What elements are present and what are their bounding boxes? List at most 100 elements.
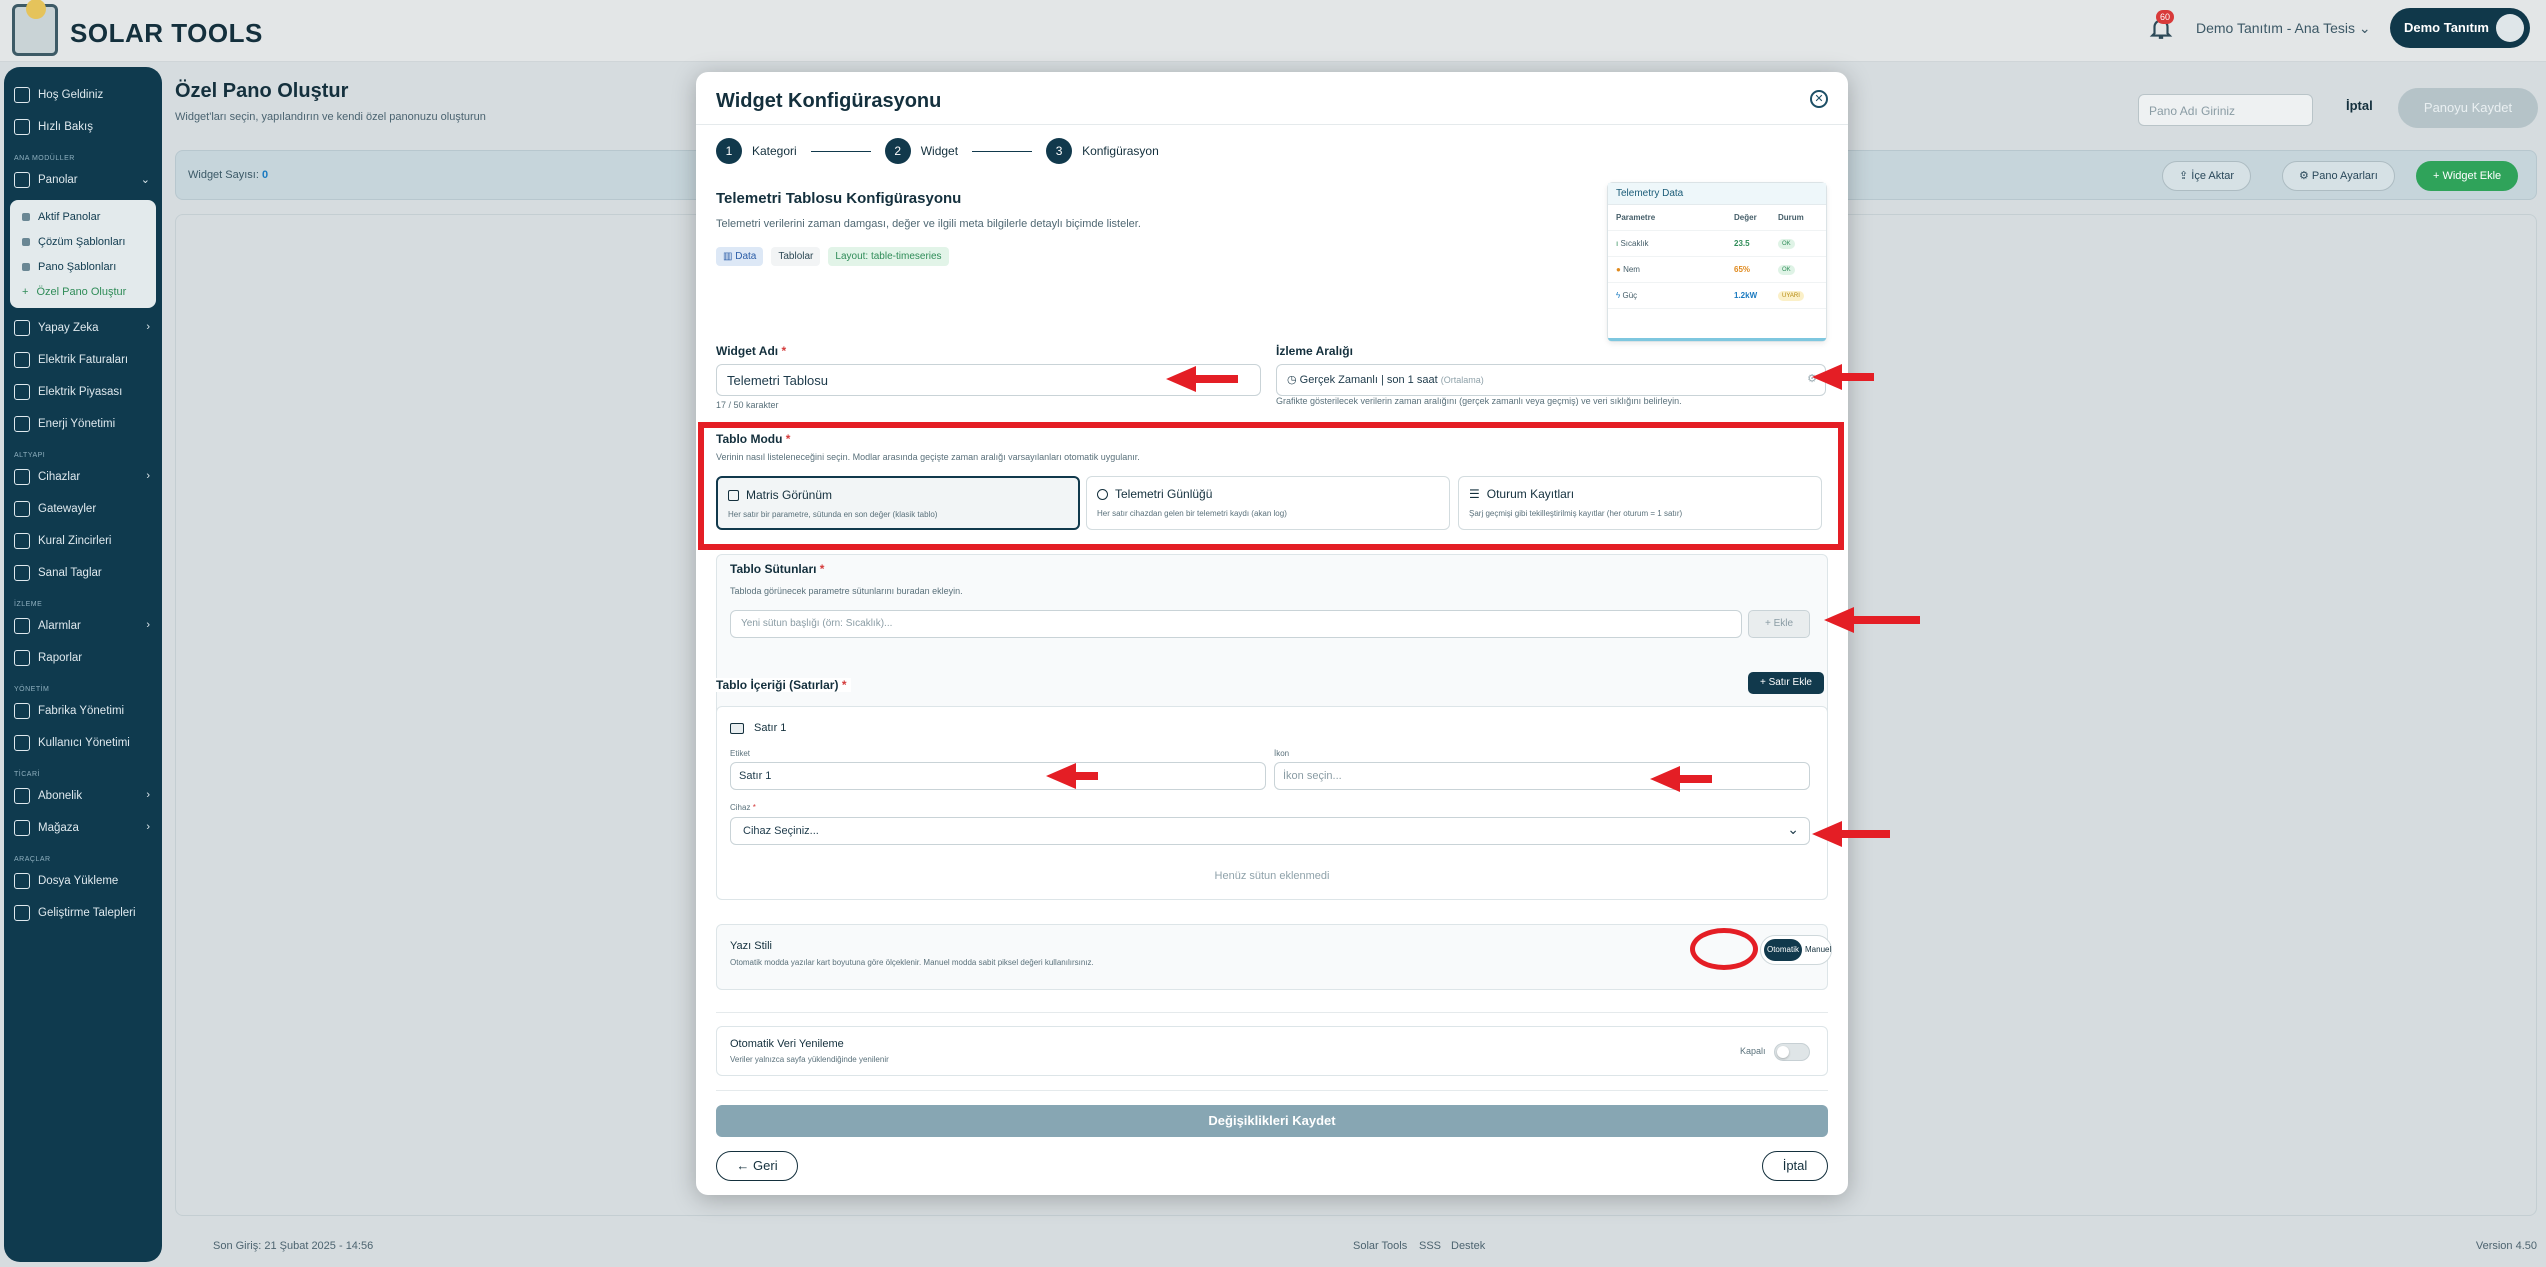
annotation-arrow [1166,366,1238,392]
sidebar-item-market[interactable]: Elektrik Piyasası [4,376,162,408]
auto-style-button[interactable]: Otomatik [1764,939,1802,961]
sidebar-subitem-active-boards[interactable]: Aktif Panolar [10,204,156,229]
step-label[interactable]: Widget [921,144,958,158]
step-number[interactable]: 2 [884,138,911,164]
text-style-panel [716,924,1828,990]
close-icon[interactable]: ✕ [1810,90,1828,108]
interval-selector[interactable]: ◷ Gerçek Zamanlı | son 1 saat (Ortalama)… [1276,364,1826,396]
sidebar-item-quick-view[interactable]: Hızlı Bakış [4,111,162,143]
device-select[interactable]: Cihaz Seçiniz... ⌄ [730,817,1810,845]
rows-label: Tablo İçeriği (Satırlar) * [716,678,851,692]
back-button[interactable]: ← Geri [716,1151,798,1181]
upload-icon [14,873,30,889]
user-menu-button[interactable]: Demo Tanıtım [2390,8,2530,48]
preview-cell: ● Nem [1616,265,1734,274]
save-changes-button[interactable]: Değişiklikleri Kaydet [716,1105,1828,1137]
sidebar-item-subscription[interactable]: Abonelik › [4,780,162,812]
step-label[interactable]: Kategori [752,144,797,158]
section-description: Telemetri verilerini zaman damgası, değe… [716,218,1141,230]
preview-header: Parametre [1616,213,1656,222]
sidebar-section-title: ARAÇLAR [14,856,51,863]
chevron-right-icon: › [146,821,150,833]
step-label[interactable]: Konfigürasyon [1082,144,1159,158]
manual-style-button[interactable]: Manuel [1805,939,1831,961]
sidebar-item-invoices[interactable]: Elektrik Faturaları [4,344,162,376]
sidebar-item-dev-requests[interactable]: Geliştirme Talepleri [4,897,162,929]
sidebar-item-label: Alarmlar [38,620,81,632]
chevron-down-icon: ⌄ [1787,821,1799,837]
add-column-button[interactable]: + Ekle [1748,610,1810,638]
sidebar-item-rule-chains[interactable]: Kural Zincirleri [4,525,162,557]
sidebar-subitem-solution-templates[interactable]: Çözüm Şablonları [10,229,156,254]
label-text: Tablo Modu [716,432,783,446]
required-mark: * [752,803,756,812]
sidebar-subitem-board-templates[interactable]: Pano Şablonları [10,254,156,279]
sidebar-section-title: ANA MODÜLLER [14,155,75,162]
sidebar-item-gateways[interactable]: Gatewayler [4,493,162,525]
mode-desc: Her satır bir parametre, sütunda en son … [728,510,938,519]
mode-desc: Her satır cihazdan gelen bir telemetri k… [1097,509,1287,518]
sidebar-item-virtual-tags[interactable]: Sanal Taglar [4,557,162,589]
chevron-right-icon: › [146,789,150,801]
row-icon-input[interactable]: İkon seçin... [1274,762,1810,790]
column-title-input[interactable]: Yeni sütun başlığı (örn: Sıcaklık)... [730,610,1742,638]
sidebar-item-alarms[interactable]: Alarmlar › [4,610,162,642]
columns-hint: Tabloda görünecek parametre sütunlarını … [730,586,963,596]
cancel-button[interactable]: İptal [2346,98,2373,113]
sidebar-section-title: YÖNETİM [14,686,50,693]
modal-cancel-button[interactable]: İptal [1762,1151,1828,1181]
sidebar-item-welcome[interactable]: Hoş Geldiniz [4,79,162,111]
sidebar-item-devices[interactable]: Cihazlar › [4,461,162,493]
mode-title: Telemetri Günlüğü [1115,487,1213,501]
sidebar-item-label: Dosya Yükleme [38,875,119,887]
board-icon [22,212,30,221]
mode-option-sessions[interactable]: ☰ Oturum Kayıtları Şarj geçmişi gibi teki… [1458,476,1822,530]
add-widget-button[interactable]: + Widget Ekle [2416,161,2519,191]
tag-label: Data [735,251,757,262]
page-header: Özel Pano Oluştur Widget'ları seçin, yap… [175,80,486,123]
preview-cell: ϟ Güç [1616,291,1734,300]
add-row-button[interactable]: + Satır Ekle [1748,672,1824,694]
sidebar-item-factory[interactable]: Fabrika Yönetimi [4,695,162,727]
board-settings-button[interactable]: ⚙ Pano Ayarları [2282,161,2395,191]
mode-option-telemetry-log[interactable]: Telemetri Günlüğü Her satır cihazdan gel… [1086,476,1450,530]
tenant-selector[interactable]: Demo Tanıtım - Ana Tesis ⌄ [2196,20,2371,37]
sidebar-subitem-custom-board[interactable]: + Özel Pano Oluştur [10,279,156,304]
app-logo-text: SOLAR TOOLS [70,18,263,48]
table-mode-label: Tablo Modu * [716,432,790,446]
sidebar-item-energy[interactable]: Enerji Yönetimi [4,408,162,440]
footer-faq-link[interactable]: SSS [1419,1240,1441,1252]
save-board-button[interactable]: Panoyu Kaydet [2398,88,2538,128]
board-name-input[interactable]: Pano Adı Giriniz [2138,94,2313,126]
label-text: Tablo Sütunları [730,562,817,576]
status-badge: UYARI [1778,290,1804,301]
grid-icon [728,489,739,501]
import-button[interactable]: ⇪ İçe Aktar [2162,161,2252,191]
preview-title: Telemetry Data [1608,183,1826,205]
footer-support-link[interactable]: Destek [1451,1240,1485,1252]
sidebar-item-users[interactable]: Kullanıcı Yönetimi [4,727,162,759]
sidebar-item-panolar[interactable]: Panolar ⌄ [4,164,162,196]
upload-icon: ⇪ [2179,170,2192,182]
step-number[interactable]: 1 [716,138,742,164]
text-style-label: Yazı Stili [730,940,772,952]
mode-option-matrix[interactable]: Matris Görünüm Her satır bir parametre, … [716,476,1080,530]
sidebar-item-label: Kural Zincirleri [38,535,112,547]
ai-icon [14,320,30,336]
auto-refresh-switch[interactable] [1774,1043,1810,1061]
chevron-down-icon: ⌄ [2358,20,2371,36]
sidebar: Hoş Geldiniz Hızlı Bakış ANA MODÜLLER Pa… [4,67,162,1262]
row-label-input[interactable]: Satır 1 [730,762,1266,790]
widget-count-label: Widget Sayısı: [188,169,259,181]
sidebar-item-store[interactable]: Mağaza › [4,812,162,844]
sidebar-item-upload[interactable]: Dosya Yükleme [4,865,162,897]
step-number[interactable]: 3 [1046,138,1073,164]
row-icon [730,722,744,734]
footer-brand[interactable]: Solar Tools [1353,1240,1407,1252]
sidebar-item-ai[interactable]: Yapay Zeka › [4,312,162,344]
users-icon [14,735,30,751]
sidebar-item-reports[interactable]: Raporlar [4,642,162,674]
sidebar-item-label: Kullanıcı Yönetimi [38,737,130,749]
preview-row: ϟ Güç 1.2kW UYARI [1608,283,1826,309]
sidebar-submenu: Aktif Panolar Çözüm Şablonları Pano Şabl… [10,200,156,308]
